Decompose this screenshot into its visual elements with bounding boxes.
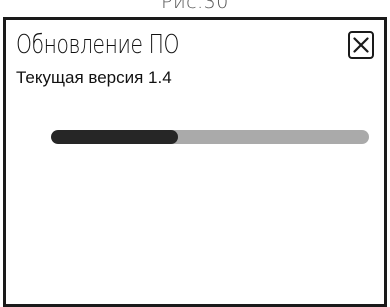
close-button[interactable] [348,31,374,59]
close-icon [353,37,369,53]
update-progress-bar [51,130,369,144]
update-progress-fill [51,130,179,144]
update-dialog: Обновление ПО Текущая версия 1.4 [3,17,387,307]
figure-caption: Рис.30 [161,0,229,13]
current-version-label: Текущая версия 1.4 [16,68,172,87]
dialog-title: Обновление ПО [16,30,180,60]
